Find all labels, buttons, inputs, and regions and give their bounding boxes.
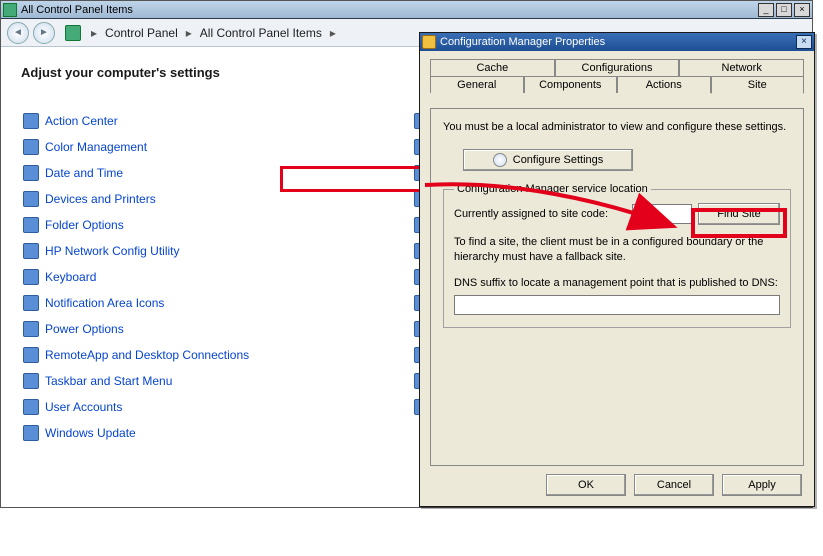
- breadcrumb-seg-1[interactable]: Control Panel: [103, 26, 180, 40]
- service-location-legend: Configuration Manager service location: [454, 183, 651, 195]
- dialog-button-row: OK Cancel Apply: [546, 474, 802, 496]
- cp-item-icon: [23, 347, 39, 363]
- cp-item[interactable]: Date and Time: [21, 160, 402, 186]
- service-location-group: Configuration Manager service location C…: [443, 183, 791, 328]
- cp-item[interactable]: User Accounts: [21, 394, 402, 420]
- find-site-hint: To find a site, the client must be in a …: [454, 235, 780, 265]
- dialog-title: Configuration Manager Properties: [440, 36, 605, 48]
- admin-note: You must be a local administrator to vie…: [443, 121, 791, 133]
- tab-site[interactable]: Site: [711, 76, 805, 94]
- cp-item-label: Folder Options: [45, 218, 124, 232]
- cp-item-label: Windows Update: [45, 426, 136, 440]
- cp-item[interactable]: Keyboard: [21, 264, 402, 290]
- cp-item-icon: [23, 243, 39, 259]
- cp-item[interactable]: RemoteApp and Desktop Connections: [21, 342, 402, 368]
- cp-item-icon: [23, 113, 39, 129]
- configure-settings-button[interactable]: Configure Settings: [463, 149, 633, 171]
- cp-item-label: Action Center: [45, 114, 118, 128]
- cp-item-icon: [23, 425, 39, 441]
- tab-configurations[interactable]: Configurations: [555, 59, 680, 76]
- breadcrumb-sep: ▸: [328, 26, 338, 40]
- tab-components[interactable]: Components: [524, 76, 618, 93]
- nav-forward-button[interactable]: ►: [33, 22, 55, 44]
- site-code-input[interactable]: [632, 204, 692, 224]
- tab-panel-site: You must be a local administrator to vie…: [430, 108, 804, 466]
- cp-item-label: Color Management: [45, 140, 147, 154]
- cp-item[interactable]: Windows Update: [21, 420, 402, 446]
- cp-item[interactable]: HP Network Config Utility: [21, 238, 402, 264]
- cp-item-icon: [23, 295, 39, 311]
- dns-suffix-label: DNS suffix to locate a management point …: [454, 277, 780, 289]
- tab-network[interactable]: Network: [679, 59, 804, 76]
- cp-item-label: Power Options: [45, 322, 124, 336]
- assigned-site-label: Currently assigned to site code:: [454, 208, 626, 220]
- window-title: All Control Panel Items: [21, 4, 133, 16]
- breadcrumb-sep: ▸: [89, 26, 99, 40]
- apply-button[interactable]: Apply: [722, 474, 802, 496]
- cp-item[interactable]: Taskbar and Start Menu: [21, 368, 402, 394]
- breadcrumb-seg-2[interactable]: All Control Panel Items: [198, 26, 324, 40]
- ok-button[interactable]: OK: [546, 474, 626, 496]
- dialog-close-button[interactable]: ×: [796, 35, 812, 49]
- cp-item[interactable]: Power Options: [21, 316, 402, 342]
- close-button[interactable]: ×: [794, 3, 810, 17]
- dns-suffix-input[interactable]: [454, 295, 780, 315]
- cp-item-icon: [23, 139, 39, 155]
- dialog-icon: [422, 35, 436, 49]
- cp-item[interactable]: Folder Options: [21, 212, 402, 238]
- breadcrumb-sep: ▸: [184, 26, 194, 40]
- cancel-button[interactable]: Cancel: [634, 474, 714, 496]
- find-site-button[interactable]: Find Site: [698, 203, 780, 225]
- cp-item-icon: [23, 399, 39, 415]
- config-manager-properties-dialog: Configuration Manager Properties × Cache…: [419, 32, 815, 507]
- cp-item-icon: [23, 269, 39, 285]
- tab-general[interactable]: General: [430, 76, 524, 93]
- cp-item-icon: [23, 321, 39, 337]
- tab-strip: Cache Configurations Network General Com…: [430, 59, 804, 99]
- category-icon: [65, 25, 81, 41]
- cp-item[interactable]: Action Center: [21, 108, 402, 134]
- maximize-button[interactable]: □: [776, 3, 792, 17]
- cp-item-label: Taskbar and Start Menu: [45, 374, 172, 388]
- cp-item-icon: [23, 217, 39, 233]
- cp-item-icon: [23, 191, 39, 207]
- shield-icon: [493, 153, 507, 167]
- cp-item[interactable]: Color Management: [21, 134, 402, 160]
- cp-item[interactable]: Devices and Printers: [21, 186, 402, 212]
- tab-cache[interactable]: Cache: [430, 59, 555, 76]
- cp-item-icon: [23, 373, 39, 389]
- nav-back-button[interactable]: ◄: [7, 22, 29, 44]
- configure-settings-label: Configure Settings: [513, 154, 604, 166]
- titlebar: All Control Panel Items _ □ ×: [1, 1, 812, 19]
- cp-item-icon: [23, 165, 39, 181]
- cp-item-label: User Accounts: [45, 400, 122, 414]
- cp-item-label: RemoteApp and Desktop Connections: [45, 348, 249, 362]
- cp-item[interactable]: Notification Area Icons: [21, 290, 402, 316]
- control-panel-icon: [3, 3, 17, 17]
- cp-item-label: Notification Area Icons: [45, 296, 164, 310]
- cp-item-label: Devices and Printers: [45, 192, 156, 206]
- cp-item-label: Keyboard: [45, 270, 96, 284]
- cp-item-label: Date and Time: [45, 166, 123, 180]
- tab-actions[interactable]: Actions: [617, 76, 711, 93]
- minimize-button[interactable]: _: [758, 3, 774, 17]
- dialog-titlebar: Configuration Manager Properties ×: [420, 33, 814, 51]
- cp-item-label: HP Network Config Utility: [45, 244, 179, 258]
